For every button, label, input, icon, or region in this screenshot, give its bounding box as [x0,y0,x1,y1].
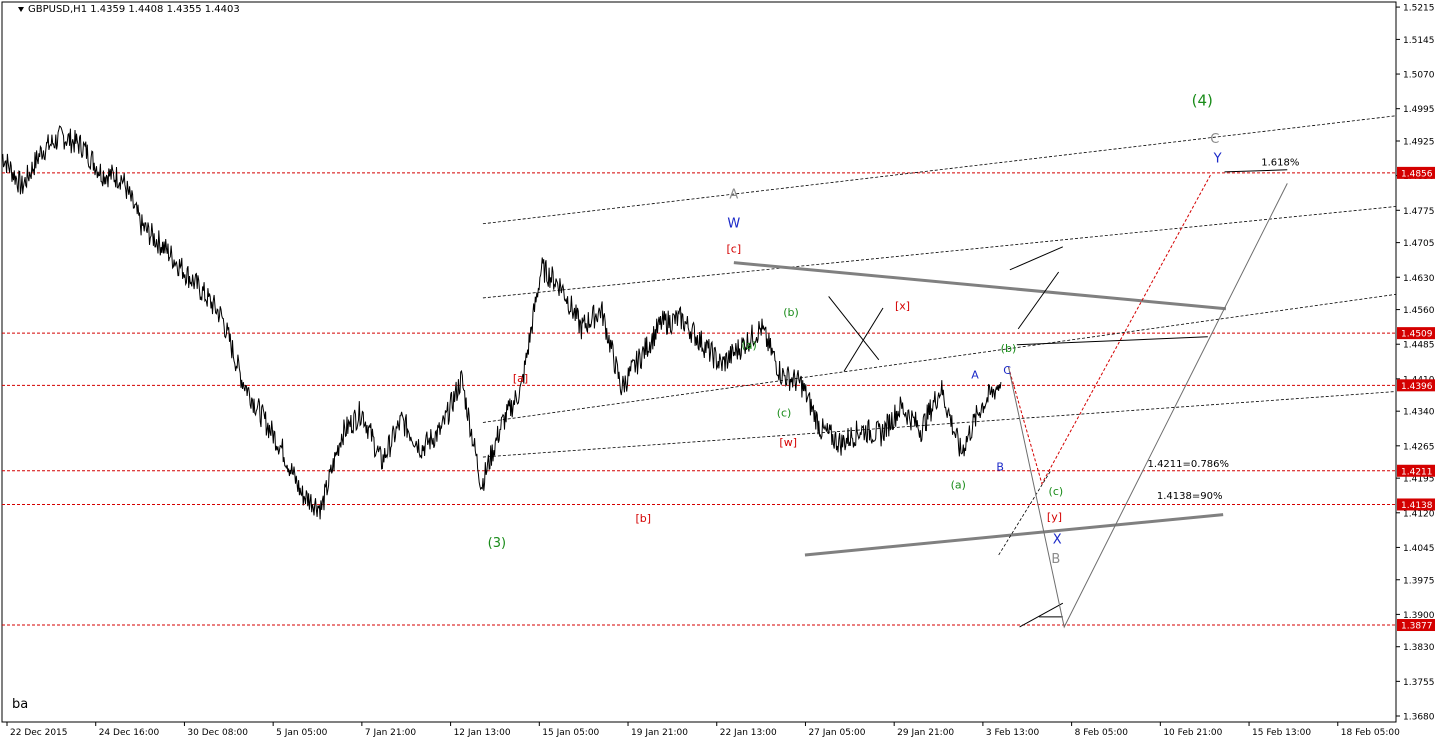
x-tick-label-10: 29 Jan 21:00 [897,728,954,738]
y-tick-label-10: 1.4485 [1403,341,1435,351]
y-tick-label-6: 1.4775 [1403,207,1435,217]
wave-label-red-4: [b] [635,512,651,525]
y-tick-label-17: 1.3975 [1403,576,1435,586]
wave-label-black-1: 1.4211=0.786% [1148,459,1230,470]
channel-line-upper [482,391,1397,458]
wave-label-red-1: [x] [895,299,910,312]
y-tick-label-7: 1.4705 [1403,239,1435,249]
chart-window: 1.52151.51451.50701.49951.49251.48501.47… [0,0,1436,742]
wave-label-blue-4: B [996,461,1004,474]
level-price-label-1: 1.4509 [1401,330,1433,340]
wave-label-red-3: [w] [779,436,797,449]
wave-label-red-2: [a] [513,372,528,385]
wave-label-black-2: 1.4138=90% [1157,491,1223,502]
wave-label-black-0: 1.618% [1261,157,1299,168]
wave-label-gray-0: A [729,188,738,203]
wave-label-green-0: (4) [1192,92,1213,110]
channel-line-mid-upper [482,293,1397,423]
wave-label-blue-0: W [727,216,740,231]
support-line-b [1016,336,1208,346]
level-price-label-4: 1.4138 [1401,501,1433,511]
y-tick-label-9: 1.4560 [1403,306,1435,316]
y-tick-label-16: 1.4045 [1403,544,1435,554]
wave-label-gray-2: B [1051,552,1060,567]
wave-label-blue-2: A [971,369,979,382]
wedge-line-bottom [804,513,1224,557]
x-tick-label-2: 30 Dec 08:00 [187,728,248,738]
wave-label-green-6: (a) [951,479,966,492]
symbol-readout: GBPUSD,H1 1.4359 1.4408 1.4355 1.4403 [28,4,240,15]
chevron-down-icon[interactable] [18,6,24,12]
y-tick-label-1: 1.5145 [1403,36,1435,46]
level-price-label-2: 1.4396 [1401,382,1433,392]
support-line-d [1017,271,1060,330]
wave-label-blue-3: C [1003,364,1011,377]
wave-label-red-5: [y] [1047,510,1062,523]
level-price-label-5: 1.3877 [1401,622,1433,632]
x-tick-label-6: 15 Jan 05:00 [542,728,599,738]
y-tick-label-4: 1.4925 [1403,138,1435,148]
y-tick-label-0: 1.5215 [1403,4,1435,14]
x-tick-label-7: 19 Jan 21:00 [631,728,688,738]
x-tick-label-14: 15 Feb 13:00 [1252,728,1311,738]
channel-line-lower [482,115,1397,225]
y-tick-label-12: 1.4340 [1403,408,1435,418]
price-series-line [1,125,1002,520]
wave-label-green-4: (c) [777,407,792,420]
x-tick-label-5: 12 Jan 13:00 [454,728,511,738]
y-tick-label-21: 1.3680 [1403,712,1435,722]
wave-label-blue-5: X [1053,532,1062,547]
wave-label-green-3: (a) [742,339,757,352]
x-tick-label-3: 5 Jan 05:00 [276,728,328,738]
price-chart[interactable]: 1.52151.51451.50701.49951.49251.48501.47… [0,0,1436,742]
x-tick-label-15: 18 Feb 05:00 [1341,728,1400,738]
wave-label-green-2: (b) [783,306,799,319]
x-tick-label-0: 22 Dec 2015 [10,728,68,738]
wedge-inner-bottom [843,307,884,372]
wave-label-red-0: [c] [727,243,742,256]
wave-label-gray-1: C [1210,132,1219,147]
support-line-c [1009,246,1064,271]
y-tick-label-13: 1.4265 [1403,442,1435,452]
wedge-line-top [733,261,1227,311]
corner-label: ba [12,697,29,712]
y-tick-label-20: 1.3755 [1403,678,1435,688]
wedge-inner-top [828,296,880,361]
x-tick-label-13: 10 Feb 21:00 [1163,728,1222,738]
x-tick-label-9: 27 Jan 05:00 [808,728,865,738]
chart-title: GBPUSD,H1 1.4359 1.4408 1.4355 1.4403 [18,4,240,15]
x-tick-label-1: 24 Dec 16:00 [99,728,160,738]
x-tick-label-11: 3 Feb 13:00 [986,728,1040,738]
wave-label-blue-1: Y [1213,152,1222,167]
wave-label-green-5: (b) [1001,342,1017,355]
projection-path-gray [1008,183,1288,629]
x-tick-label-12: 8 Feb 05:00 [1075,728,1129,738]
support-line-B [1224,169,1288,173]
wave-label-green-1: (3) [488,536,506,551]
level-price-label-3: 1.4211 [1401,467,1433,477]
y-tick-label-8: 1.4630 [1403,274,1435,284]
y-tick-label-3: 1.4995 [1403,105,1435,115]
y-tick-label-19: 1.3830 [1403,643,1435,653]
plot-frame [1,1,1397,723]
y-tick-label-2: 1.5070 [1403,71,1435,81]
ABC-line-1 [1019,602,1064,628]
level-price-label-0: 1.4856 [1401,169,1433,179]
projection-path-red [1008,174,1212,486]
projection-line-2 [998,471,1051,556]
x-tick-label-8: 22 Jan 13:00 [720,728,777,738]
x-tick-label-4: 7 Jan 21:00 [365,728,417,738]
wave-label-green-7: (c) [1049,485,1064,498]
channel-line-mid [482,206,1397,299]
